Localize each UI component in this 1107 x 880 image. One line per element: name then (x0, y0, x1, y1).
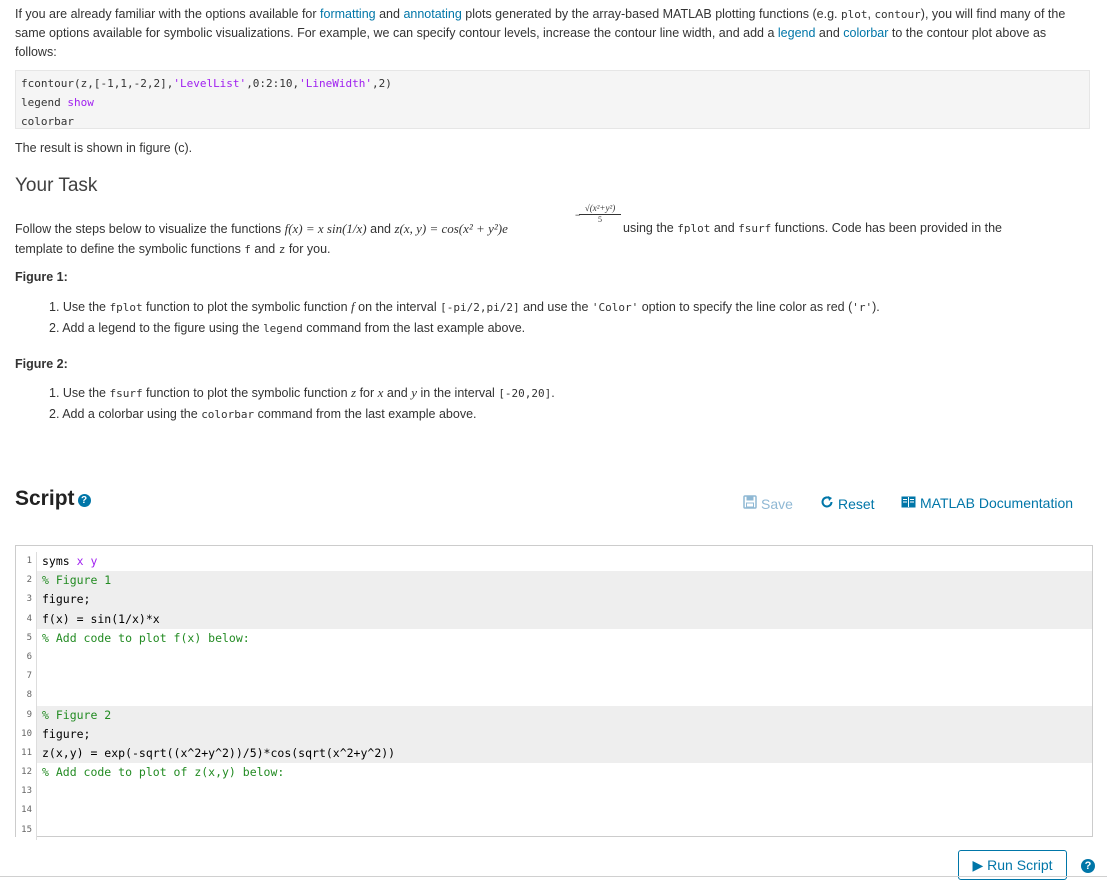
f-definition: f(x) = x sin(1/x) (284, 221, 367, 236)
code-line[interactable]: 7 (16, 667, 1092, 687)
figure1-steps: 1. Use the fplot function to plot the sy… (49, 297, 880, 339)
code-line[interactable]: 5 % Add code to plot f(x) below: (16, 628, 1092, 648)
reset-arrow-icon (820, 495, 834, 512)
example-code-line-3: colorbar (21, 115, 74, 128)
code-line[interactable]: 8 (16, 686, 1092, 706)
exponent-minus: − (575, 210, 581, 220)
code-line[interactable]: 3 figure; (16, 590, 1092, 610)
figure1-step-1: 1. Use the fplot function to plot the sy… (49, 299, 880, 314)
line-number: 1 (16, 552, 37, 572)
intro-text: plots generated by the array-based MATLA… (461, 7, 841, 21)
z-definition: z(x, y) = cos(x² + y²)e (394, 221, 508, 236)
line-number: 11 (16, 743, 37, 764)
code-line[interactable]: 4 f(x) = sin(1/x)*x (16, 609, 1092, 629)
docs-label: MATLAB Documentation (920, 495, 1074, 511)
line-number: 9 (16, 705, 37, 725)
example-code-block: fcontour(z,[-1,1,-2,2],'LevelList',0:2:1… (15, 70, 1090, 129)
line-number: 15 (16, 820, 37, 840)
task-text: Follow the steps below to visualize the … (15, 222, 285, 236)
inline-code-fsurf: fsurf (738, 222, 772, 235)
script-title: Script? (15, 487, 91, 511)
run-help: ? (1078, 858, 1095, 873)
task-description-cont: template to define the symbolic function… (15, 242, 331, 256)
figure1-step-2: 2. Add a legend to the figure using the … (49, 321, 526, 335)
code-line[interactable]: 15 (16, 820, 1092, 840)
intro-paragraph: If you are already familiar with the opt… (15, 5, 1085, 62)
code-line[interactable]: 9 % Figure 2 (16, 705, 1092, 725)
code-text: f(x) = sin(1/x)*x (42, 611, 160, 626)
exponent: √(x²+y²) 5 (579, 203, 621, 225)
code-text: figure; (42, 726, 91, 741)
legend-link[interactable]: legend (778, 26, 816, 40)
code-text: % Figure 1 (42, 573, 112, 588)
task-text: and (366, 222, 395, 236)
line-number: 8 (16, 686, 37, 706)
line-number: 3 (16, 590, 37, 610)
line-number: 7 (16, 667, 37, 687)
code-line[interactable]: 13 (16, 782, 1092, 802)
inline-code-plot: plot (840, 8, 868, 21)
task-text: and (710, 221, 739, 235)
task-text: using the (623, 221, 678, 235)
reset-label: Reset (838, 496, 875, 512)
line-number: 10 (16, 724, 37, 744)
code-line[interactable]: 14 (16, 801, 1092, 821)
line-number: 5 (16, 628, 37, 648)
code-text: % Add code to plot of z(x,y) below: (42, 765, 285, 780)
line-number: 4 (16, 609, 37, 629)
figure1-heading: Figure 1: (15, 270, 68, 284)
reset-button[interactable]: Reset (820, 495, 875, 512)
line-number: 14 (16, 801, 37, 821)
intro-text: and (815, 26, 844, 40)
figure2-heading: Figure 2: (15, 357, 68, 371)
run-label: Run Script (987, 857, 1053, 873)
example-code-line-2: legend show (21, 96, 94, 109)
documentation-book-icon (901, 495, 916, 511)
code-text: syms x y (42, 554, 98, 568)
task-text: functions. Code has been provided in the (771, 221, 1002, 235)
line-number: 2 (16, 571, 37, 591)
code-text: % Add code to plot f(x) below: (42, 630, 250, 645)
line-number: 13 (16, 782, 37, 802)
code-line[interactable]: 2 % Figure 1 (16, 571, 1092, 591)
help-icon[interactable]: ? (77, 494, 91, 507)
result-text: The result is shown in figure (c). (15, 141, 193, 155)
task-heading: Your Task (15, 175, 98, 196)
code-line[interactable]: 6 (16, 647, 1092, 668)
code-line[interactable]: 11 z(x,y) = exp(-sqrt((x^2+y^2))/5)*cos(s… (16, 743, 1092, 764)
help-icon[interactable]: ? (1081, 859, 1095, 873)
code-line[interactable]: 12 % Add code to plot of z(x,y) below: (16, 763, 1092, 783)
code-line[interactable]: 10 figure; (16, 724, 1092, 744)
intro-text: If you are already familiar with the opt… (15, 7, 321, 21)
play-triangle-icon: ▶ (972, 857, 984, 873)
figure2-steps: 1. Use the fsurf function to plot the sy… (49, 383, 555, 425)
code-text: z(x,y) = exp(-sqrt((x^2+y^2))/5)*cos(sqr… (42, 745, 396, 760)
code-text: % Figure 2 (42, 707, 112, 722)
save-button[interactable]: Save (743, 495, 793, 512)
inline-code-fplot: fplot (677, 222, 711, 235)
exponent-denominator: 5 (598, 215, 602, 224)
line-number: 12 (16, 763, 37, 783)
matlab-docs-link[interactable]: MATLAB Documentation (901, 495, 1073, 511)
formatting-link[interactable]: formatting (320, 7, 376, 21)
code-line[interactable]: 1 syms x y (16, 552, 1092, 572)
inline-code-contour: contour (874, 8, 921, 21)
figure2-step-2: 2. Add a colorbar using the colorbar com… (49, 407, 477, 421)
colorbar-link[interactable]: colorbar (843, 26, 888, 40)
annotating-link[interactable]: annotating (403, 7, 461, 21)
save-label: Save (761, 496, 793, 512)
intro-text: and (375, 7, 404, 21)
inline-code-f: f (244, 243, 251, 256)
line-number: 6 (16, 647, 37, 668)
exponent-numerator: √(x²+y²) (579, 203, 621, 215)
code-text: figure; (42, 592, 91, 607)
code-editor[interactable]: 1 syms x y 2 % Figure 1 3 figure; 4 f(x) = sin(… (15, 545, 1093, 840)
figure2-step-1: 1. Use the fsurf function to plot the sy… (49, 385, 555, 400)
task-description: Follow the steps below to visualize the … (15, 203, 1090, 238)
save-disk-icon (743, 495, 757, 512)
example-code-line-1: fcontour(z,[-1,1,-2,2],'LevelList',0:2:1… (21, 77, 392, 90)
